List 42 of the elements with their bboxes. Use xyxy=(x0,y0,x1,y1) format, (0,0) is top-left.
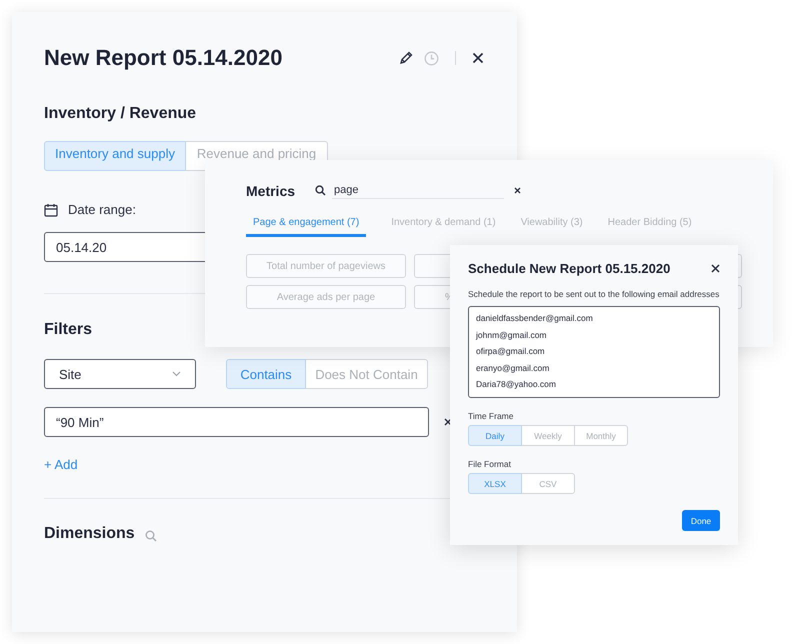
email-address: eranyo@gmail.com xyxy=(476,362,550,374)
section-title: Dimensions xyxy=(44,525,135,543)
metrics-title: Metrics xyxy=(246,182,296,198)
metric-chip[interactable]: Total number of pageviews xyxy=(246,254,406,278)
site-dropdown[interactable]: Site xyxy=(44,359,196,389)
file-format-option[interactable]: XLSX xyxy=(468,473,522,494)
email-address: ofirpa@gmail.com xyxy=(476,345,546,357)
remove-icon[interactable] xyxy=(444,418,452,426)
date-range-label: Date range: xyxy=(68,202,136,217)
view-tab[interactable]: Inventory and supply xyxy=(44,141,186,171)
email-address: Daria78@yahoo.com xyxy=(476,378,557,390)
file-format-label: File Format xyxy=(468,459,512,469)
file-format-option[interactable]: CSV xyxy=(521,473,575,494)
dialog-title: Schedule New Report 05.15.2020 xyxy=(468,261,670,276)
add-filter-link[interactable]: + Add xyxy=(44,457,78,472)
match-tab[interactable]: Contains xyxy=(226,359,306,389)
edit-icon[interactable] xyxy=(399,51,413,65)
close-icon[interactable] xyxy=(711,264,720,273)
done-button[interactable]: Done xyxy=(682,510,720,531)
calendar-icon xyxy=(44,202,58,216)
close-icon[interactable] xyxy=(472,52,484,64)
chevron-down-icon xyxy=(172,371,181,377)
search-icon xyxy=(315,185,326,196)
section-title: Inventory / Revenue xyxy=(44,105,198,123)
filter-value-field[interactable]: “90 Min” xyxy=(44,407,429,437)
metrics-tab[interactable]: Inventory & demand (1) xyxy=(391,214,496,237)
time-frame-option[interactable]: Daily xyxy=(468,425,522,446)
email-address: danieldfassbender@gmail.com xyxy=(476,312,594,324)
match-tab[interactable]: Does Not Contain xyxy=(305,359,428,389)
clear-icon[interactable] xyxy=(514,187,522,194)
time-frame-option[interactable]: Weekly xyxy=(521,425,575,446)
metrics-tab[interactable]: Viewability (3) xyxy=(520,214,583,237)
metric-chip[interactable]: Average ads per page xyxy=(246,285,406,309)
search-field[interactable]: page xyxy=(332,182,504,199)
metrics-tab[interactable]: Page & engagement (7) xyxy=(246,214,366,237)
metrics-tab[interactable]: Header Bidding (5) xyxy=(608,214,692,237)
email-address: johnm@gmail.com xyxy=(476,328,548,340)
email-list-field[interactable]: danieldfassbender@gmail.com johnm@gmail.com ofirpa@gmail.com eranyo@gmail.com Daria78@yahoo.com xyxy=(468,306,720,398)
time-frame-option[interactable]: Monthly xyxy=(574,425,628,446)
dialog-description: Schedule the report to be sent out to the following email addresses xyxy=(468,289,720,299)
report-title: New Report 05.14.2020 xyxy=(44,45,282,71)
time-frame-label: Time Frame xyxy=(468,411,514,421)
